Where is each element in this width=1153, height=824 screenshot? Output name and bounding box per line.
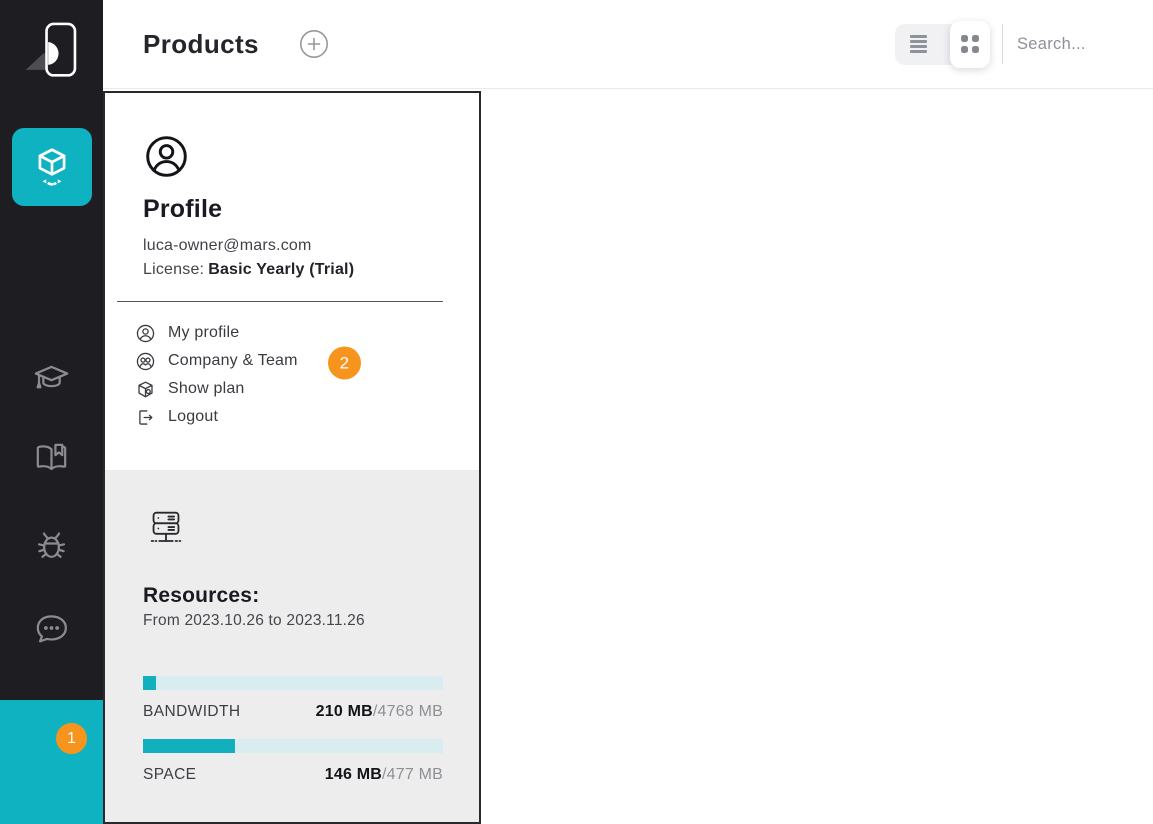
- space-value: 146 MB/477 MB: [325, 766, 443, 784]
- logout-icon: [135, 407, 156, 428]
- license-label: License:: [143, 261, 204, 278]
- grid-view-button[interactable]: [950, 21, 990, 68]
- resource-meters: BANDWIDTH 210 MB/4768 MB SPACE 146 MB/47…: [143, 676, 443, 784]
- sidebar: My Company 1: [0, 0, 103, 824]
- menu-item-label: Company & Team: [168, 352, 298, 370]
- resources-title: Resources:: [143, 584, 443, 608]
- license-value: Basic Yearly (Trial): [208, 261, 354, 278]
- app-logo[interactable]: [17, 8, 87, 88]
- team-notification-badge: 2: [328, 347, 361, 380]
- cube-3d-rotate-icon: [29, 144, 75, 190]
- app-root: My Company 1 Products: [0, 0, 1153, 824]
- plus-circle-icon: [299, 29, 329, 59]
- menu-item-my-profile[interactable]: My profile: [135, 319, 443, 347]
- menu-item-show-plan[interactable]: Show plan: [135, 375, 443, 403]
- profile-avatar-icon: [143, 133, 190, 180]
- list-view-icon: [910, 35, 927, 52]
- space-progress-fill: [143, 739, 235, 753]
- space-label: SPACE: [143, 766, 196, 784]
- sidebar-item-my-company[interactable]: My Company: [0, 700, 103, 824]
- server-icon: [143, 506, 189, 552]
- menu-item-label: My profile: [168, 324, 239, 342]
- page-title: Products: [143, 29, 259, 60]
- sidebar-item-academy[interactable]: [31, 358, 72, 399]
- profile-section: Profile luca-owner@mars.com License:Basi…: [105, 93, 479, 470]
- bandwidth-progress-fill: [143, 676, 156, 690]
- profile-panel: Profile luca-owner@mars.com License:Basi…: [103, 91, 481, 824]
- main-content: [481, 90, 1153, 824]
- add-product-button[interactable]: [299, 29, 329, 59]
- sidebar-item-feedback[interactable]: [31, 608, 72, 649]
- vertical-divider: [1002, 24, 1003, 64]
- profile-divider: [117, 301, 443, 302]
- package-icon: [135, 379, 156, 400]
- phone-ar-logo-icon: [17, 8, 87, 88]
- bandwidth-value: 210 MB/4768 MB: [316, 703, 443, 721]
- sidebar-item-bug-report[interactable]: [31, 524, 72, 565]
- profile-menu: My profile Company & Team 2: [135, 319, 443, 431]
- book-icon: [31, 437, 72, 478]
- sidebar-item-docs[interactable]: [31, 437, 72, 478]
- topbar-controls: [895, 24, 1147, 65]
- top-bar: Products: [103, 0, 1153, 89]
- search-input[interactable]: [1017, 35, 1147, 54]
- bandwidth-label: BANDWIDTH: [143, 703, 240, 721]
- menu-item-logout[interactable]: Logout: [135, 403, 443, 431]
- profile-email: luca-owner@mars.com: [143, 234, 443, 258]
- license-line: License:Basic Yearly (Trial): [143, 258, 443, 282]
- grid-view-icon: [961, 35, 980, 54]
- menu-item-label: Logout: [168, 408, 218, 426]
- profile-title: Profile: [143, 192, 443, 226]
- bug-icon: [31, 524, 72, 565]
- menu-item-company-team[interactable]: Company & Team 2: [135, 347, 443, 375]
- space-progress-track: [143, 739, 443, 753]
- sidebar-item-products[interactable]: [12, 128, 92, 206]
- graduation-cap-icon: [31, 358, 72, 399]
- menu-item-label: Show plan: [168, 380, 245, 398]
- chat-dots-icon: [31, 608, 72, 649]
- list-view-button[interactable]: [895, 24, 941, 65]
- space-meter: SPACE 146 MB/477 MB: [143, 739, 443, 784]
- bandwidth-meter: BANDWIDTH 210 MB/4768 MB: [143, 676, 443, 721]
- resources-period: From 2023.10.26 to 2023.11.26: [143, 610, 443, 632]
- resources-section: Resources: From 2023.10.26 to 2023.11.26…: [105, 470, 479, 822]
- view-toggle: [895, 24, 988, 65]
- bandwidth-progress-track: [143, 676, 443, 690]
- team-circle-icon: [135, 351, 156, 372]
- company-notification-badge: 1: [56, 723, 87, 754]
- person-circle-icon: [135, 323, 156, 344]
